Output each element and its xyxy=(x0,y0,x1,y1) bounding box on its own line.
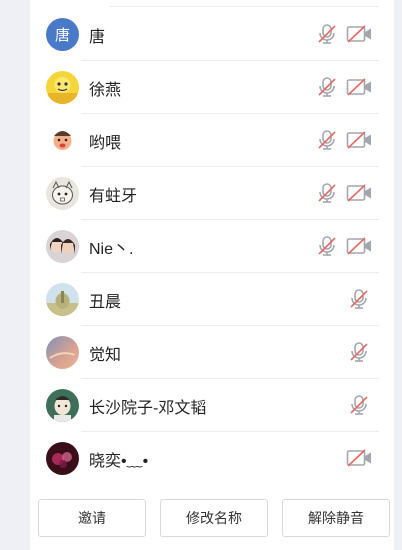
invite-button[interactable]: 邀请 xyxy=(38,499,146,537)
member-row[interactable]: 有蛀牙 xyxy=(30,167,394,220)
mic-muted-icon[interactable] xyxy=(316,76,338,98)
member-row[interactable]: 徐燕 xyxy=(30,61,394,114)
member-row[interactable]: Nie丶. xyxy=(30,220,394,273)
camera-off-icon[interactable] xyxy=(346,183,373,203)
member-name: 丑晨 xyxy=(89,293,122,311)
yellow-character-avatar xyxy=(46,71,79,104)
member-row[interactable]: 丑晨 xyxy=(30,273,394,326)
member-list: 唐 唐 徐燕 哟喂 有蛀牙 Nie丶. 丑晨 觉知 长沙院子-邓文韬 晓奕•﹏• xyxy=(30,8,394,485)
rename-button[interactable]: 修改名称 xyxy=(160,499,268,537)
sketch-animal-avatar xyxy=(46,177,79,210)
camera-off-icon[interactable] xyxy=(346,130,373,150)
divider xyxy=(110,6,379,7)
landscape-photo-avatar xyxy=(46,283,79,316)
member-row[interactable]: 唐 唐 xyxy=(30,8,394,61)
avatar: 唐 xyxy=(46,18,79,51)
mic-muted-icon[interactable] xyxy=(316,182,338,204)
anime-character-avatar xyxy=(46,389,79,422)
mic-muted-icon[interactable] xyxy=(348,288,370,310)
member-name: 晓奕•﹏• xyxy=(89,452,149,470)
member-name: 徐燕 xyxy=(89,81,122,99)
member-row[interactable]: 长沙院子-邓文韬 xyxy=(30,379,394,432)
member-name: 有蛀牙 xyxy=(89,187,138,205)
unmute-all-button[interactable]: 解除静音 xyxy=(282,499,390,537)
action-bar: 邀请 修改名称 解除静音 xyxy=(38,499,390,537)
camera-off-icon[interactable] xyxy=(346,24,373,44)
mic-muted-icon[interactable] xyxy=(316,23,338,45)
member-row[interactable]: 觉知 xyxy=(30,326,394,379)
camera-off-icon[interactable] xyxy=(346,236,373,256)
member-name: Nie丶. xyxy=(89,240,134,258)
member-row[interactable]: 晓奕•﹏• xyxy=(30,432,394,485)
bokeh-photo-avatar xyxy=(46,442,79,475)
member-name: 觉知 xyxy=(89,346,122,364)
member-name: 唐 xyxy=(89,28,106,46)
member-panel: 唐 唐 徐燕 哟喂 有蛀牙 Nie丶. 丑晨 觉知 长沙院子-邓文韬 晓奕•﹏•… xyxy=(30,0,394,550)
cartoon-face-avatar xyxy=(46,124,79,157)
mic-muted-icon[interactable] xyxy=(316,129,338,151)
member-name: 长沙院子-邓文韬 xyxy=(89,399,207,417)
mic-muted-icon[interactable] xyxy=(316,235,338,257)
couple-photo-avatar xyxy=(46,230,79,263)
avatar-initial: 唐 xyxy=(54,27,70,44)
sunset-photo-avatar xyxy=(46,336,79,369)
camera-off-icon[interactable] xyxy=(346,448,373,468)
camera-off-icon[interactable] xyxy=(346,77,373,97)
mic-muted-icon[interactable] xyxy=(348,394,370,416)
mic-muted-icon[interactable] xyxy=(348,341,370,363)
member-row[interactable]: 哟喂 xyxy=(30,114,394,167)
member-name: 哟喂 xyxy=(89,134,122,152)
